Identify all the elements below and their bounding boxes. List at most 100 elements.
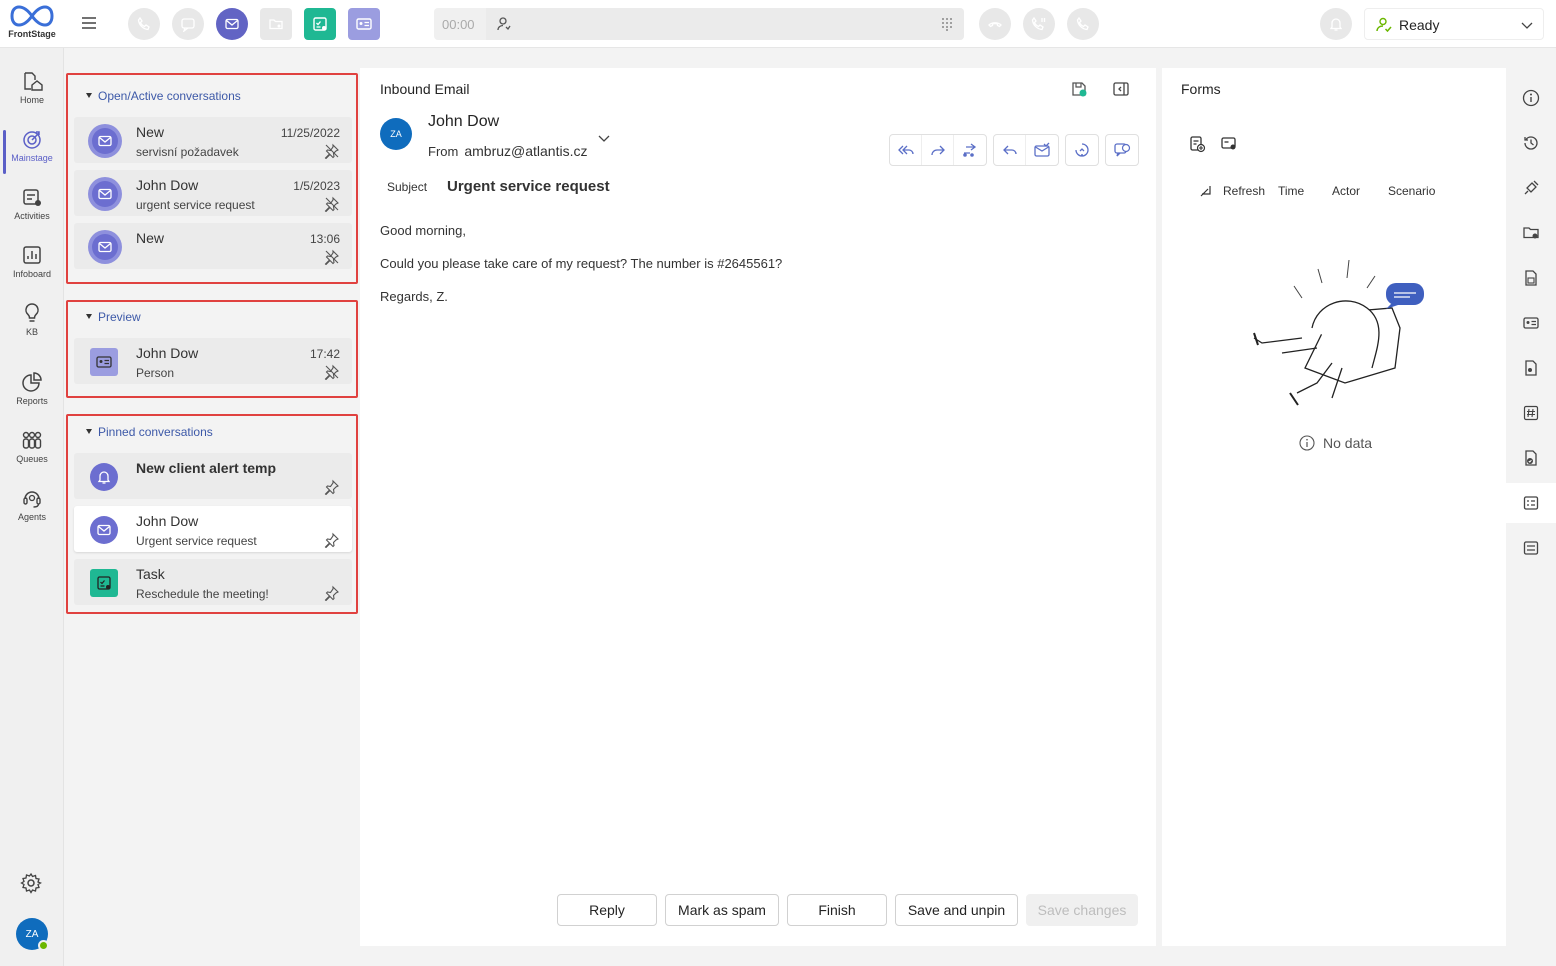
hamburger-icon (82, 17, 96, 29)
conversation-item[interactable]: New client alert temp (74, 453, 352, 499)
info-panel-button[interactable] (1506, 78, 1556, 118)
save-green-icon[interactable] (1070, 80, 1088, 98)
refresh-icon[interactable] (1198, 184, 1212, 198)
forms-panel-button[interactable] (1506, 483, 1556, 523)
nav-infoboard[interactable]: Infoboard (0, 244, 64, 279)
nav-reports[interactable]: Reports (0, 371, 64, 406)
forward-icon (930, 145, 945, 156)
integrations-panel-button[interactable] (1506, 168, 1556, 208)
conversation-item[interactable]: Task Reschedule the meeting! (74, 559, 352, 605)
checklist-panel-button[interactable] (1506, 438, 1556, 478)
target-icon (23, 131, 41, 149)
open-conversations-section: Open/Active conversations New servisní p… (66, 73, 358, 284)
frontstage-logo: FrontStage (6, 4, 58, 39)
callback-button[interactable] (1066, 135, 1098, 165)
from-label: From (428, 144, 459, 159)
folder-channel-button[interactable] (260, 8, 292, 40)
pin-off-icon[interactable] (324, 364, 340, 380)
form-person-icon[interactable] (1220, 135, 1238, 153)
task-icon (97, 576, 111, 590)
pin-off-icon[interactable] (324, 143, 340, 159)
email-channel-button[interactable] (216, 8, 248, 40)
status-label: Ready (1399, 17, 1440, 33)
contact-avatar (90, 348, 118, 376)
column-header-actor[interactable]: Actor (1332, 184, 1360, 198)
dial-input[interactable] (486, 8, 964, 40)
pin-icon[interactable] (324, 585, 340, 601)
notifications-button[interactable] (1320, 8, 1352, 40)
panel-title: Inbound Email (380, 81, 470, 97)
transfer-icon (963, 143, 977, 157)
email-body-line: Regards, Z. (380, 289, 448, 304)
mark-as-spam-button[interactable]: Mark as spam (665, 894, 779, 926)
document-person-panel-button[interactable] (1506, 348, 1556, 388)
reply-button[interactable]: Reply (557, 894, 657, 926)
nav-mainstage[interactable]: Mainstage (0, 128, 64, 174)
conversation-item[interactable]: John Dow urgent service request 1/5/2023 (74, 170, 352, 216)
document-panel-button[interactable] (1506, 258, 1556, 298)
nav-activities[interactable]: Activities (0, 186, 64, 221)
pin-icon[interactable] (324, 479, 340, 495)
reply-all-button[interactable] (890, 135, 922, 165)
add-form-icon[interactable] (1188, 135, 1206, 153)
history-panel-button[interactable] (1506, 123, 1556, 163)
nav-home[interactable]: Home (0, 70, 64, 105)
chart-icon (23, 246, 41, 264)
pin-icon[interactable] (324, 532, 340, 548)
chevron-down-icon[interactable] (597, 131, 611, 145)
contact-card-channel-button[interactable] (348, 8, 380, 40)
user-avatar[interactable]: ZA (16, 918, 49, 951)
conversation-item[interactable]: John Dow Person 17:42 (74, 338, 352, 384)
refresh-button[interactable]: Refresh (1223, 184, 1265, 198)
dialpad-icon[interactable] (940, 17, 954, 31)
nav-agents[interactable]: Agents (0, 487, 64, 522)
conversation-item[interactable]: New servisní požadavek 11/25/2022 (74, 117, 352, 163)
reply-button-icon[interactable] (994, 135, 1026, 165)
conversation-title: New (136, 230, 165, 246)
email-avatar (88, 124, 122, 158)
forward-button[interactable] (922, 135, 954, 165)
tags-panel-button[interactable] (1506, 393, 1556, 433)
contact-card-panel-button[interactable] (1506, 303, 1556, 343)
pie-icon (22, 372, 42, 392)
pin-off-icon[interactable] (324, 196, 340, 212)
mail-check-button[interactable] (1026, 135, 1058, 165)
email-panel: Inbound Email ZA John Dow From ambruz@atl… (360, 68, 1156, 946)
status-dropdown[interactable]: Ready (1364, 8, 1544, 40)
conversation-item[interactable]: New 13:06 (74, 223, 352, 269)
nav-queues[interactable]: Queues (0, 429, 64, 464)
chat-channel-button[interactable] (172, 8, 204, 40)
list-panel-button[interactable] (1506, 528, 1556, 568)
open-chat-button[interactable] (1106, 135, 1138, 165)
column-header-time[interactable]: Time (1278, 184, 1304, 198)
document-person-icon (1525, 360, 1537, 376)
nav-kb[interactable]: KB (0, 302, 64, 337)
preview-section: Preview John Dow Person 17:42 (66, 300, 358, 398)
transfer-button[interactable] (954, 135, 986, 165)
conversation-item-selected[interactable]: John Dow Urgent service request (74, 506, 352, 552)
section-toggle-pinned[interactable]: Pinned conversations (86, 425, 213, 439)
save-and-unpin-button[interactable]: Save and unpin (895, 894, 1018, 926)
sender-name: John Dow (428, 113, 500, 130)
hashtag-icon (1523, 405, 1539, 421)
section-toggle-open[interactable]: Open/Active conversations (86, 89, 241, 103)
collapse-panel-icon[interactable] (1112, 80, 1130, 98)
pin-off-icon[interactable] (324, 249, 340, 265)
email-body-line: Good morning, (380, 223, 466, 238)
column-header-scenario[interactable]: Scenario (1388, 184, 1435, 198)
hangup-button[interactable] (979, 8, 1011, 40)
nav-label: Queues (16, 454, 48, 464)
phone-channel-button[interactable] (128, 8, 160, 40)
task-channel-button[interactable] (304, 8, 336, 40)
hold-call-button[interactable] (1023, 8, 1055, 40)
transfer-call-button[interactable] (1067, 8, 1099, 40)
settings-button[interactable] (20, 872, 42, 894)
activities-icon (23, 189, 41, 206)
section-toggle-preview[interactable]: Preview (86, 310, 141, 324)
conversation-title: John Dow (136, 513, 199, 529)
folder-panel-button[interactable] (1506, 213, 1556, 253)
menu-button[interactable] (80, 14, 98, 32)
contact-card-icon (96, 356, 112, 368)
finish-button[interactable]: Finish (787, 894, 887, 926)
email-subject: Urgent service request (447, 178, 610, 195)
